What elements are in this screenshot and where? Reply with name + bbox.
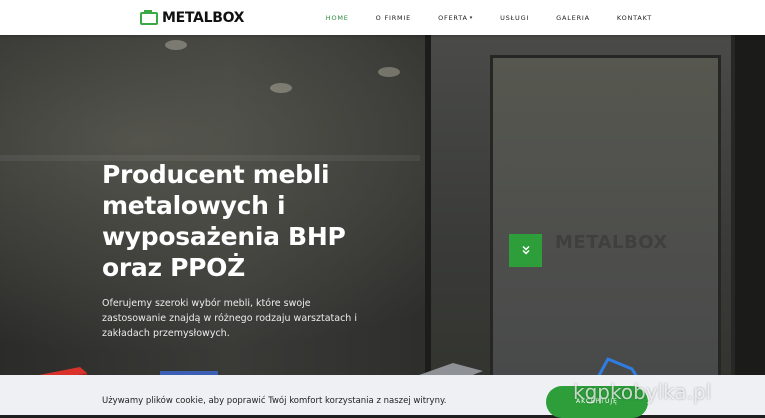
accept-cookies-button[interactable]: AKCEPTUJĘ (546, 386, 648, 418)
scroll-down-button[interactable] (509, 234, 542, 267)
ceiling-light (165, 40, 187, 50)
background-logo-text: METALBOX (555, 232, 668, 253)
nav-item-galeria[interactable]: GALERIA (556, 14, 590, 22)
cookie-consent-bar: Używamy plików cookie, aby poprawić Twój… (0, 375, 765, 418)
nav-item-uslugi[interactable]: USŁUGI (500, 14, 529, 22)
nav-item-oferta-label: OFERTA (438, 13, 468, 22)
nav-item-o-firmie[interactable]: O FIRMIE (376, 14, 411, 22)
site-header: METALBOX HOME O FIRMIE OFERTA ▾ USŁUGI GA… (0, 0, 765, 35)
brand-logo[interactable]: METALBOX (140, 9, 244, 27)
hero-section: METALBOX Producent mebli metalowych i wy… (0, 35, 765, 415)
metalbox-box-icon (140, 9, 158, 25)
ceiling-light (270, 83, 292, 93)
chevron-down-icon: ▾ (469, 14, 474, 21)
main-nav: HOME O FIRMIE OFERTA ▾ USŁUGI GALERIA KON… (326, 0, 652, 35)
background-glass-pane (490, 55, 721, 381)
ceiling-light (378, 67, 400, 77)
double-chevron-down-icon (521, 245, 530, 255)
hero-description: Oferujemy szeroki wybór mebli, które swo… (102, 298, 357, 339)
nav-item-kontakt[interactable]: KONTAKT (617, 14, 652, 22)
hero-title: Producent mebli metalowych i wyposażenia… (102, 160, 346, 282)
background-door-frame (735, 35, 765, 380)
nav-item-oferta[interactable]: OFERTA ▾ (438, 14, 473, 22)
cookie-message: Używamy plików cookie, aby poprawić Twój… (102, 396, 447, 406)
nav-item-home[interactable]: HOME (326, 14, 349, 22)
brand-name: METALBOX (162, 10, 245, 26)
